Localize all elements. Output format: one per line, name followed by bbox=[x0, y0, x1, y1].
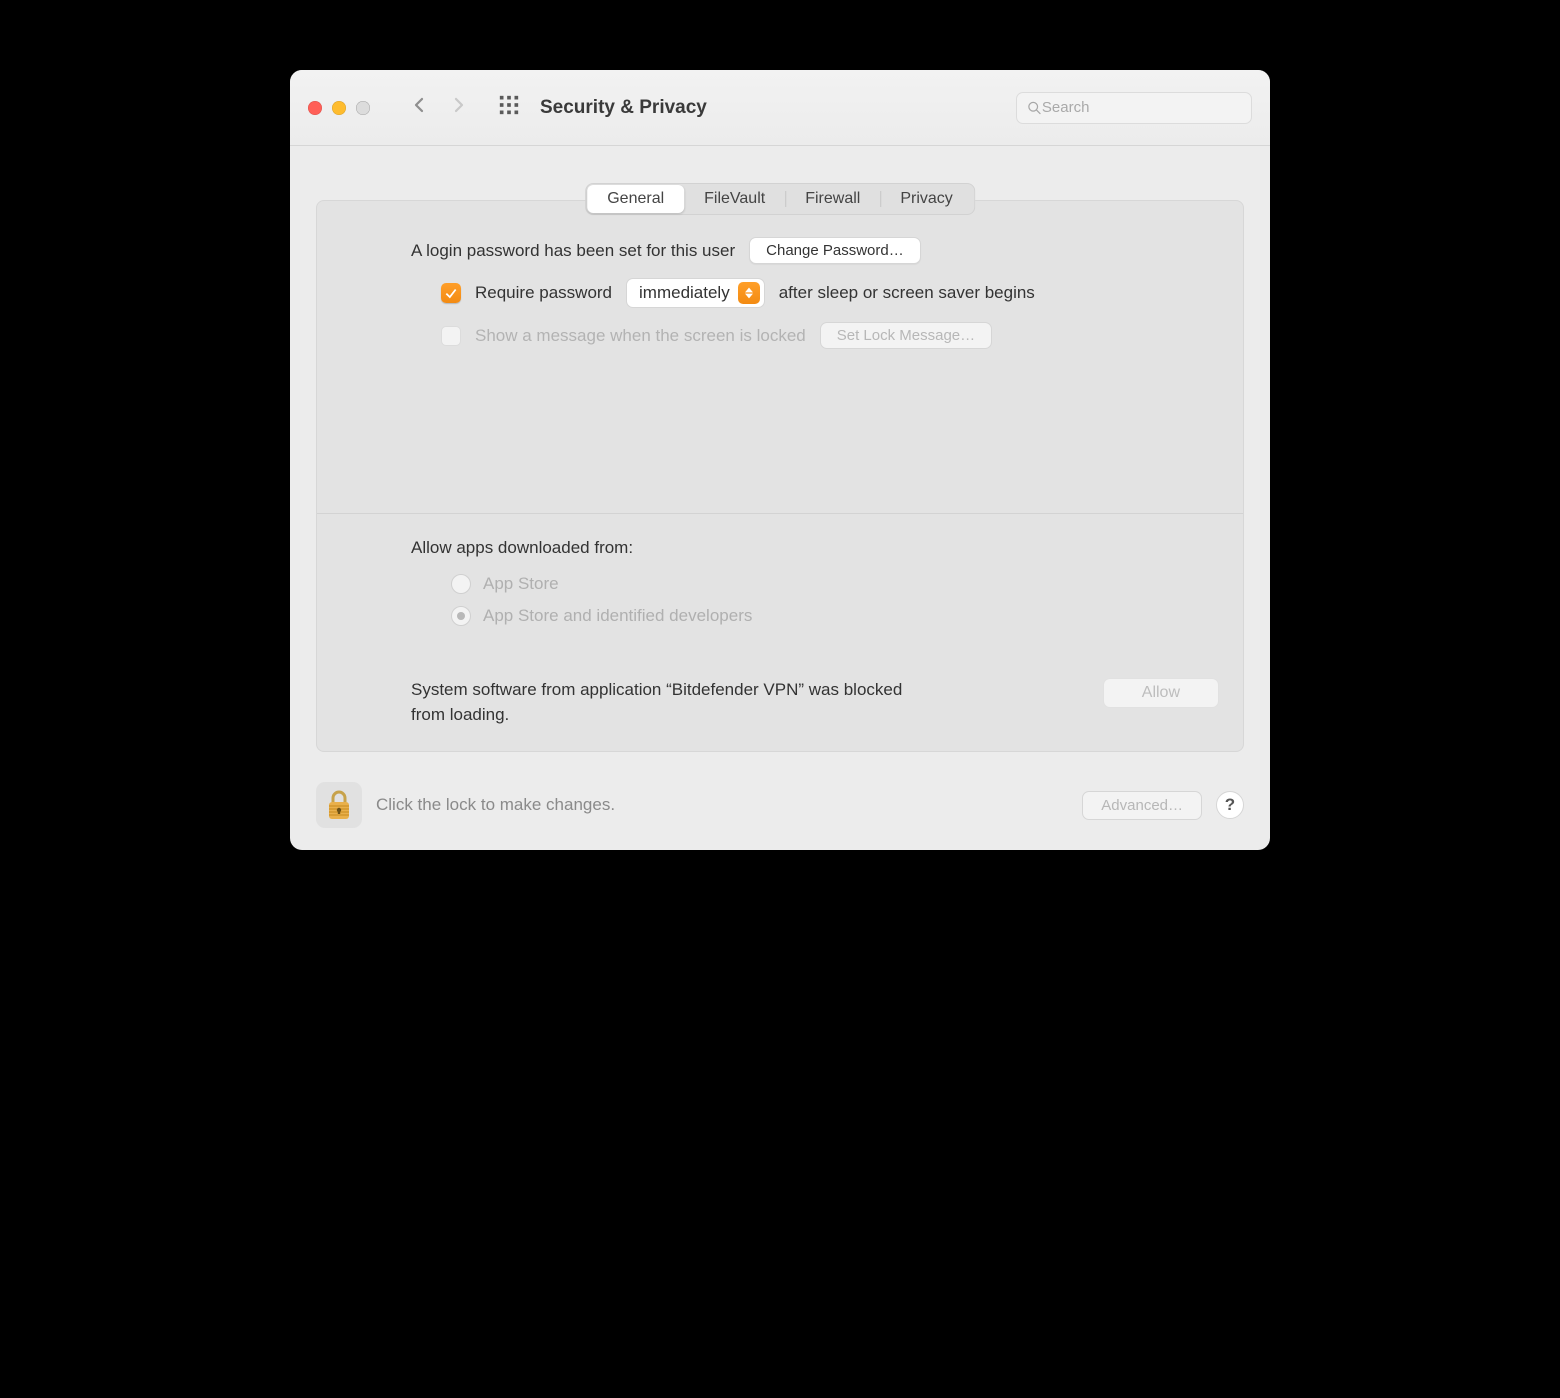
show-lock-message-checkbox bbox=[441, 326, 461, 346]
require-password-delay-popup[interactable]: immediately bbox=[626, 278, 765, 308]
radio-identified-developers-label: App Store and identified developers bbox=[483, 606, 752, 626]
require-password-label-suffix: after sleep or screen saver begins bbox=[779, 283, 1035, 303]
tab-bar: General FileVault Firewall Privacy bbox=[585, 183, 975, 215]
radio-app-store-label: App Store bbox=[483, 574, 559, 594]
search-icon bbox=[1027, 100, 1042, 116]
search-field[interactable] bbox=[1016, 92, 1252, 124]
advanced-button[interactable]: Advanced… bbox=[1082, 791, 1202, 820]
radio-identified-developers bbox=[451, 606, 471, 626]
require-password-delay-value: immediately bbox=[639, 283, 730, 303]
footer: Click the lock to make changes. Advanced… bbox=[290, 766, 1270, 850]
zoom-window-button[interactable] bbox=[356, 101, 370, 115]
require-password-label-prefix: Require password bbox=[475, 283, 612, 303]
tab-firewall[interactable]: Firewall bbox=[785, 185, 880, 213]
radio-app-store bbox=[451, 574, 471, 594]
show-lock-message-label: Show a message when the screen is locked bbox=[475, 326, 806, 346]
minimize-window-button[interactable] bbox=[332, 101, 346, 115]
lock-hint-text: Click the lock to make changes. bbox=[376, 795, 615, 815]
window-title: Security & Privacy bbox=[540, 97, 707, 119]
divider bbox=[317, 513, 1243, 514]
forward-button[interactable] bbox=[450, 96, 468, 119]
general-panel: General FileVault Firewall Privacy A log… bbox=[316, 200, 1244, 752]
lock-button[interactable] bbox=[316, 782, 362, 828]
allow-button: Allow bbox=[1103, 678, 1219, 708]
stepper-arrows-icon bbox=[738, 282, 760, 304]
lock-icon bbox=[324, 789, 354, 821]
nav-arrows bbox=[410, 96, 468, 119]
tab-general[interactable]: General bbox=[587, 185, 684, 213]
set-lock-message-button: Set Lock Message… bbox=[820, 322, 992, 349]
titlebar: Security & Privacy bbox=[290, 70, 1270, 146]
require-password-checkbox[interactable] bbox=[441, 283, 461, 303]
tab-filevault[interactable]: FileVault bbox=[684, 185, 785, 213]
close-window-button[interactable] bbox=[308, 101, 322, 115]
change-password-button[interactable]: Change Password… bbox=[749, 237, 921, 264]
back-button[interactable] bbox=[410, 96, 428, 119]
window-controls bbox=[308, 101, 370, 115]
gatekeeper-section-label: Allow apps downloaded from: bbox=[411, 538, 1219, 558]
help-button[interactable]: ? bbox=[1216, 791, 1244, 819]
blocked-software-message: System software from application “Bitdef… bbox=[411, 678, 902, 727]
tab-privacy[interactable]: Privacy bbox=[880, 185, 972, 213]
preferences-window: Security & Privacy General FileVault Fir… bbox=[290, 70, 1270, 850]
show-all-button[interactable] bbox=[498, 94, 520, 121]
login-password-set-label: A login password has been set for this u… bbox=[411, 241, 735, 261]
search-input[interactable] bbox=[1042, 99, 1241, 116]
